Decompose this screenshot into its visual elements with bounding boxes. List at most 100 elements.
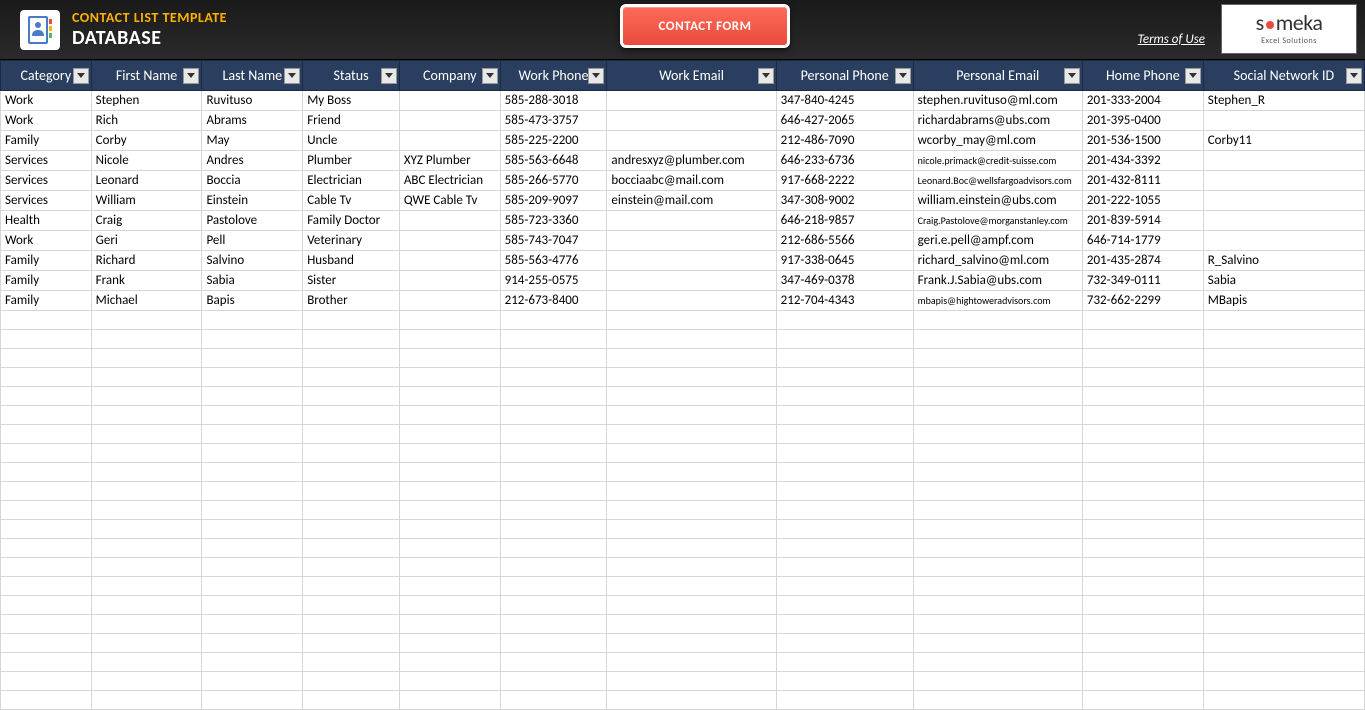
cell-empty[interactable] xyxy=(776,520,913,539)
cell-firstname[interactable]: Geri xyxy=(91,231,202,251)
cell-homephone[interactable]: 646-714-1779 xyxy=(1082,231,1203,251)
cell-empty[interactable] xyxy=(1082,520,1203,539)
cell-company[interactable] xyxy=(399,131,500,151)
cell-personalphone[interactable]: 646-233-6736 xyxy=(776,151,913,171)
cell-empty[interactable] xyxy=(91,615,202,634)
cell-empty[interactable] xyxy=(303,425,400,444)
table-row[interactable]: WorkRichAbramsFriend585-473-3757646-427-… xyxy=(1,111,1365,131)
cell-empty[interactable] xyxy=(303,406,400,425)
table-row[interactable]: ServicesWilliamEinsteinCable TvQWE Cable… xyxy=(1,191,1365,211)
cell-lastname[interactable]: Sabia xyxy=(202,271,303,291)
cell-status[interactable]: Husband xyxy=(303,251,400,271)
cell-empty[interactable] xyxy=(202,615,303,634)
cell-workemail[interactable] xyxy=(607,211,776,231)
cell-empty[interactable] xyxy=(1082,653,1203,672)
cell-workemail[interactable] xyxy=(607,111,776,131)
cell-empty[interactable] xyxy=(500,387,607,406)
cell-workphone[interactable]: 585-266-5770 xyxy=(500,171,607,191)
cell-empty[interactable] xyxy=(607,539,776,558)
cell-empty[interactable] xyxy=(91,558,202,577)
cell-status[interactable]: Plumber xyxy=(303,151,400,171)
cell-homephone[interactable]: 201-333-2004 xyxy=(1082,91,1203,111)
cell-workphone[interactable]: 585-723-3360 xyxy=(500,211,607,231)
cell-empty[interactable] xyxy=(776,672,913,691)
cell-empty[interactable] xyxy=(913,615,1082,634)
cell-empty[interactable] xyxy=(1203,520,1364,539)
cell-empty[interactable] xyxy=(500,501,607,520)
table-row[interactable] xyxy=(1,444,1365,463)
cell-empty[interactable] xyxy=(303,463,400,482)
cell-personalemail[interactable]: richard_salvino@ml.com xyxy=(913,251,1082,271)
cell-empty[interactable] xyxy=(91,501,202,520)
cell-empty[interactable] xyxy=(202,330,303,349)
cell-empty[interactable] xyxy=(776,482,913,501)
cell-lastname[interactable]: Andres xyxy=(202,151,303,171)
cell-empty[interactable] xyxy=(399,425,500,444)
cell-status[interactable]: Cable Tv xyxy=(303,191,400,211)
cell-empty[interactable] xyxy=(202,444,303,463)
cell-homephone[interactable]: 201-395-0400 xyxy=(1082,111,1203,131)
cell-homephone[interactable]: 201-839-5914 xyxy=(1082,211,1203,231)
table-row[interactable] xyxy=(1,577,1365,596)
cell-empty[interactable] xyxy=(1203,425,1364,444)
cell-empty[interactable] xyxy=(303,691,400,710)
cell-personalphone[interactable]: 212-686-5566 xyxy=(776,231,913,251)
cell-homephone[interactable]: 732-662-2299 xyxy=(1082,291,1203,311)
cell-empty[interactable] xyxy=(500,330,607,349)
cell-empty[interactable] xyxy=(91,311,202,330)
cell-empty[interactable] xyxy=(913,596,1082,615)
cell-empty[interactable] xyxy=(91,520,202,539)
table-row[interactable] xyxy=(1,330,1365,349)
cell-empty[interactable] xyxy=(500,368,607,387)
table-row[interactable] xyxy=(1,368,1365,387)
cell-empty[interactable] xyxy=(776,444,913,463)
cell-empty[interactable] xyxy=(1203,615,1364,634)
cell-empty[interactable] xyxy=(1082,596,1203,615)
cell-personalemail[interactable]: stephen.ruvituso@ml.com xyxy=(913,91,1082,111)
cell-social[interactable]: Stephen_R xyxy=(1203,91,1364,111)
cell-category[interactable]: Family xyxy=(1,131,92,151)
cell-homephone[interactable]: 201-222-1055 xyxy=(1082,191,1203,211)
cell-empty[interactable] xyxy=(303,634,400,653)
cell-homephone[interactable]: 201-435-2874 xyxy=(1082,251,1203,271)
cell-firstname[interactable]: Craig xyxy=(91,211,202,231)
cell-social[interactable]: Corby11 xyxy=(1203,131,1364,151)
cell-empty[interactable] xyxy=(607,615,776,634)
cell-firstname[interactable]: Frank xyxy=(91,271,202,291)
cell-empty[interactable] xyxy=(500,463,607,482)
cell-personalphone[interactable]: 347-308-9002 xyxy=(776,191,913,211)
cell-empty[interactable] xyxy=(776,577,913,596)
cell-company[interactable]: XYZ Plumber xyxy=(399,151,500,171)
cell-workemail[interactable]: andresxyz@plumber.com xyxy=(607,151,776,171)
cell-empty[interactable] xyxy=(776,463,913,482)
cell-empty[interactable] xyxy=(913,444,1082,463)
cell-personalphone[interactable]: 646-427-2065 xyxy=(776,111,913,131)
cell-empty[interactable] xyxy=(399,539,500,558)
cell-empty[interactable] xyxy=(202,577,303,596)
cell-empty[interactable] xyxy=(1203,482,1364,501)
cell-empty[interactable] xyxy=(1203,596,1364,615)
cell-empty[interactable] xyxy=(1203,539,1364,558)
table-row[interactable]: WorkStephenRuvitusoMy Boss585-288-301834… xyxy=(1,91,1365,111)
filter-dropdown-icon[interactable] xyxy=(758,68,774,84)
table-row[interactable] xyxy=(1,653,1365,672)
cell-workphone[interactable]: 585-288-3018 xyxy=(500,91,607,111)
cell-empty[interactable] xyxy=(607,577,776,596)
table-row[interactable] xyxy=(1,311,1365,330)
cell-category[interactable]: Work xyxy=(1,111,92,131)
cell-company[interactable] xyxy=(399,251,500,271)
cell-empty[interactable] xyxy=(202,349,303,368)
cell-empty[interactable] xyxy=(913,520,1082,539)
cell-empty[interactable] xyxy=(91,406,202,425)
cell-empty[interactable] xyxy=(1,558,92,577)
cell-empty[interactable] xyxy=(500,577,607,596)
cell-empty[interactable] xyxy=(776,691,913,710)
column-header[interactable]: Last Name xyxy=(202,61,303,91)
filter-dropdown-icon[interactable] xyxy=(183,68,199,84)
cell-empty[interactable] xyxy=(1203,691,1364,710)
cell-empty[interactable] xyxy=(607,634,776,653)
cell-empty[interactable] xyxy=(1203,368,1364,387)
cell-empty[interactable] xyxy=(303,444,400,463)
cell-empty[interactable] xyxy=(1082,672,1203,691)
cell-social[interactable] xyxy=(1203,151,1364,171)
